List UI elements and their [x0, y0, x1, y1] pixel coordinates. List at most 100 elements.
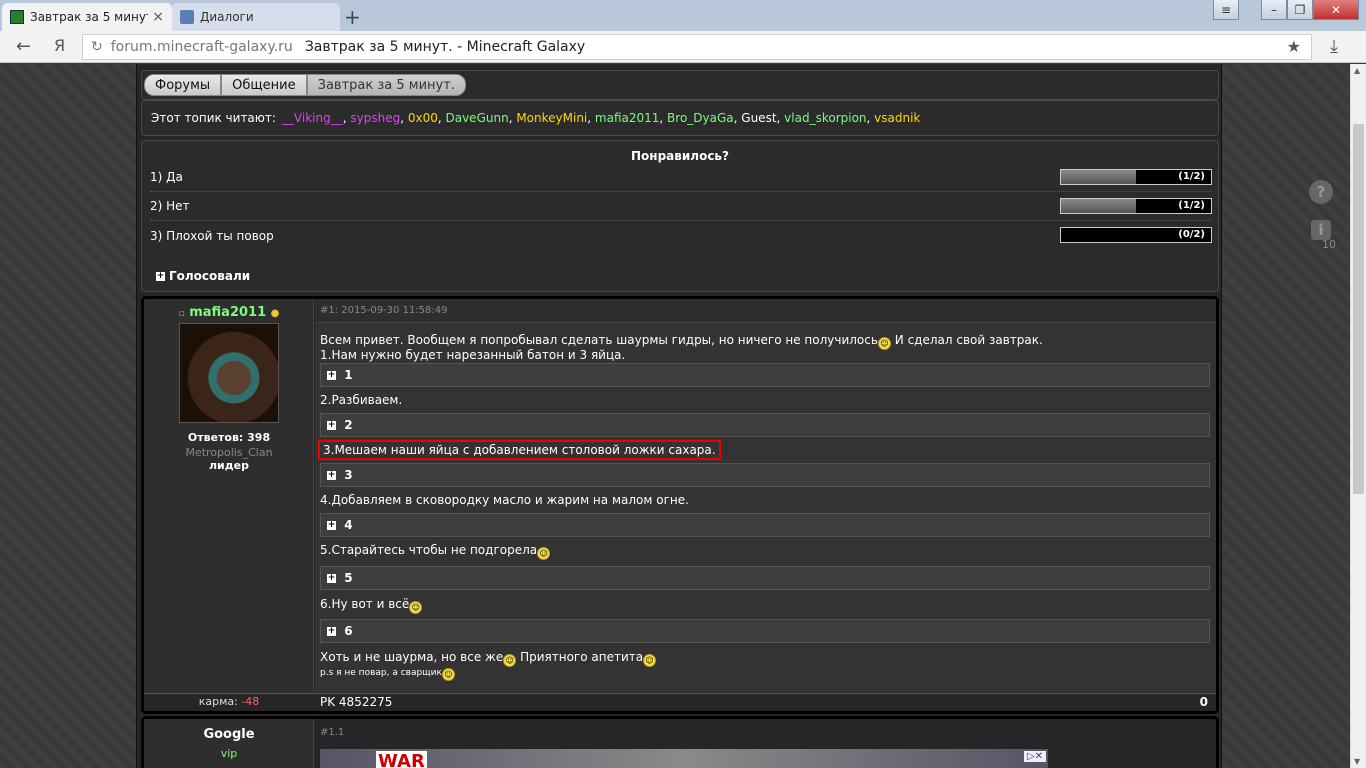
- reader-user-link[interactable]: vsadnik: [874, 111, 920, 125]
- reader-user-link[interactable]: mafia2011: [595, 111, 660, 125]
- breadcrumb-forums[interactable]: Форумы: [144, 74, 222, 96]
- forum-post-ad: Google vip #1.1 WAR ▷✕: [141, 716, 1219, 768]
- post-reputation[interactable]: 0: [1200, 695, 1208, 709]
- voted-label: Голосовали: [169, 269, 251, 283]
- post-header: #1: 2015-09-30 11:58:49: [315, 299, 1216, 323]
- post-line: Хоть и не шаурма, но все же ☺ Приятного а…: [320, 650, 657, 667]
- forum-post: ▫ mafia2011 ● Ответов: 398 Metropolis_Cl…: [141, 296, 1219, 714]
- smiley-icon: ☺: [503, 654, 517, 667]
- page-scrollbar[interactable]: ▲ ▼: [1350, 64, 1366, 768]
- reader-user-link[interactable]: vlad_skorpion: [784, 111, 866, 125]
- browser-toolbar: ← Я ↻ forum.minecraft-galaxy.ru Завтрак …: [0, 31, 1366, 63]
- poll-option[interactable]: 1) Да (1/2): [150, 163, 1212, 192]
- expand-icon: +: [327, 625, 336, 636]
- poll-question: Понравилось?: [631, 149, 729, 163]
- reader-user-link[interactable]: sypsheg: [350, 111, 400, 125]
- author-name-text: mafia2011: [189, 305, 267, 320]
- poll-option[interactable]: 3) Плохой ты повор (0/2): [150, 221, 1212, 250]
- post-author-panel: ▫ mafia2011 ● Ответов: 398 Metropolis_Cl…: [144, 299, 314, 693]
- readers-label: Этот топик читают:: [151, 111, 276, 125]
- help-icon[interactable]: ?: [1309, 180, 1333, 204]
- breadcrumb-topic: Завтрак за 5 минут.: [306, 74, 466, 96]
- reader-separator: ,: [400, 111, 408, 125]
- reader-separator: ,: [587, 111, 595, 125]
- yandex-icon[interactable]: Я: [54, 36, 65, 55]
- poll-bar-fill: [1061, 199, 1136, 213]
- tab-forum[interactable]: Завтрак за 5 минут. - ×: [2, 3, 172, 31]
- post-footer-divider: [144, 693, 1216, 694]
- poll-count: (1/2): [1178, 171, 1205, 182]
- spoiler-toggle[interactable]: + 1: [320, 363, 1210, 387]
- poll-bar: (1/2): [1060, 198, 1212, 214]
- scroll-down-icon[interactable]: ▼: [1354, 757, 1360, 766]
- author-name[interactable]: ▫ mafia2011 ●: [144, 305, 314, 320]
- scrollbar-thumb[interactable]: [1353, 124, 1364, 494]
- menu-button[interactable]: ≡: [1213, 0, 1239, 20]
- ad-close-icon[interactable]: ▷✕: [1023, 751, 1046, 762]
- post-line: 4.Добавляем в сковородку масло и жарим н…: [320, 493, 689, 507]
- post-pk: PK 4852275: [320, 695, 393, 709]
- star-icon[interactable]: ★: [1287, 37, 1301, 56]
- author-name[interactable]: Google: [144, 727, 314, 742]
- scroll-up-icon[interactable]: ▲: [1354, 66, 1360, 75]
- user-status: vip: [220, 747, 238, 760]
- status-dot-icon: ▫: [178, 309, 185, 319]
- reader-user-link[interactable]: __Viking__: [282, 111, 343, 125]
- address-bar[interactable]: ↻ forum.minecraft-galaxy.ru Завтрак за 5…: [82, 34, 1312, 60]
- close-window-button[interactable]: ✕: [1313, 0, 1359, 20]
- back-arrow-icon[interactable]: ←: [16, 36, 31, 57]
- reader-user-link[interactable]: DaveGunn: [445, 111, 508, 125]
- info-icon[interactable]: i: [1311, 220, 1331, 240]
- info-count: 10: [1322, 238, 1336, 251]
- reader-user-link[interactable]: 0x00: [408, 111, 438, 125]
- forum-container: Форумы Общение Завтрак за 5 минут. Этот …: [136, 64, 1222, 768]
- poll-option-label: 3) Плохой ты повор: [150, 228, 274, 243]
- voted-toggle[interactable]: + Голосовали: [156, 269, 250, 283]
- reload-icon[interactable]: ↻: [91, 39, 103, 55]
- reader-user-link[interactable]: Bro_DyaGa: [667, 111, 734, 125]
- expand-icon: +: [156, 270, 165, 281]
- online-dot-icon: ●: [270, 308, 280, 319]
- poll-bar: (0/2): [1060, 227, 1212, 243]
- post-line: p.s я не повар, а сварщик ☺: [320, 668, 455, 681]
- spoiler-toggle[interactable]: + 2: [320, 413, 1210, 437]
- poll-option-label: 2) Нет: [150, 199, 190, 213]
- poll-bar: (1/2): [1060, 169, 1212, 185]
- download-icon[interactable]: ⤓: [1330, 36, 1338, 57]
- smiley-icon: ☺: [537, 547, 551, 560]
- highlighted-post-line: 3.Мешаем наши яйца с добавлением столово…: [318, 440, 721, 460]
- page-content: Форумы Общение Завтрак за 5 минут. Этот …: [0, 64, 1350, 768]
- poll-count: (0/2): [1178, 229, 1205, 240]
- minimize-button[interactable]: –: [1261, 0, 1287, 20]
- ad-banner[interactable]: WAR ▷✕: [320, 749, 1048, 768]
- tab-bar: Завтрак за 5 минут. - × Диалоги + ≡ – ❐ …: [0, 0, 1366, 31]
- avatar[interactable]: [179, 323, 279, 423]
- poll-count: (1/2): [1178, 200, 1205, 211]
- reader-user-link[interactable]: Guest: [741, 111, 776, 125]
- spoiler-toggle[interactable]: + 6: [320, 619, 1210, 643]
- new-tab-button[interactable]: +: [344, 5, 361, 29]
- smiley-icon: ☺: [877, 337, 891, 350]
- expand-icon: +: [327, 469, 336, 480]
- poll-option[interactable]: 2) Нет (1/2): [150, 192, 1212, 221]
- ad-text: WAR: [376, 751, 427, 768]
- minecraft-favicon-icon: [10, 10, 24, 24]
- expand-icon: +: [327, 419, 336, 430]
- close-tab-icon[interactable]: ×: [152, 9, 164, 25]
- post-content-panel: #1: 2015-09-30 11:58:49 Всем привет. Воо…: [315, 299, 1216, 693]
- clan-name[interactable]: Metropolis_Clan: [144, 446, 314, 459]
- url-host: forum.minecraft-galaxy.ru: [110, 39, 293, 55]
- spoiler-toggle[interactable]: + 3: [320, 463, 1210, 487]
- reader-user-link[interactable]: MonkeyMini: [516, 111, 587, 125]
- spoiler-toggle[interactable]: + 5: [320, 566, 1210, 590]
- reader-separator: ,: [659, 111, 668, 125]
- spoiler-toggle[interactable]: + 4: [320, 513, 1210, 537]
- maximize-button[interactable]: ❐: [1287, 0, 1313, 20]
- tab-title: Диалоги: [200, 10, 254, 24]
- post-line: 6.Ну вот и всё ☺: [320, 597, 423, 614]
- breadcrumb-general[interactable]: Общение: [221, 74, 307, 96]
- topic-readers: Этот топик читают: __Viking__, sypsheg, …: [141, 100, 1219, 136]
- reader-list: __Viking__, sypsheg, 0x00, DaveGunn, Mon…: [282, 111, 920, 125]
- breadcrumb: Форумы Общение Завтрак за 5 минут.: [141, 70, 1219, 100]
- tab-dialogs[interactable]: Диалоги: [172, 3, 340, 31]
